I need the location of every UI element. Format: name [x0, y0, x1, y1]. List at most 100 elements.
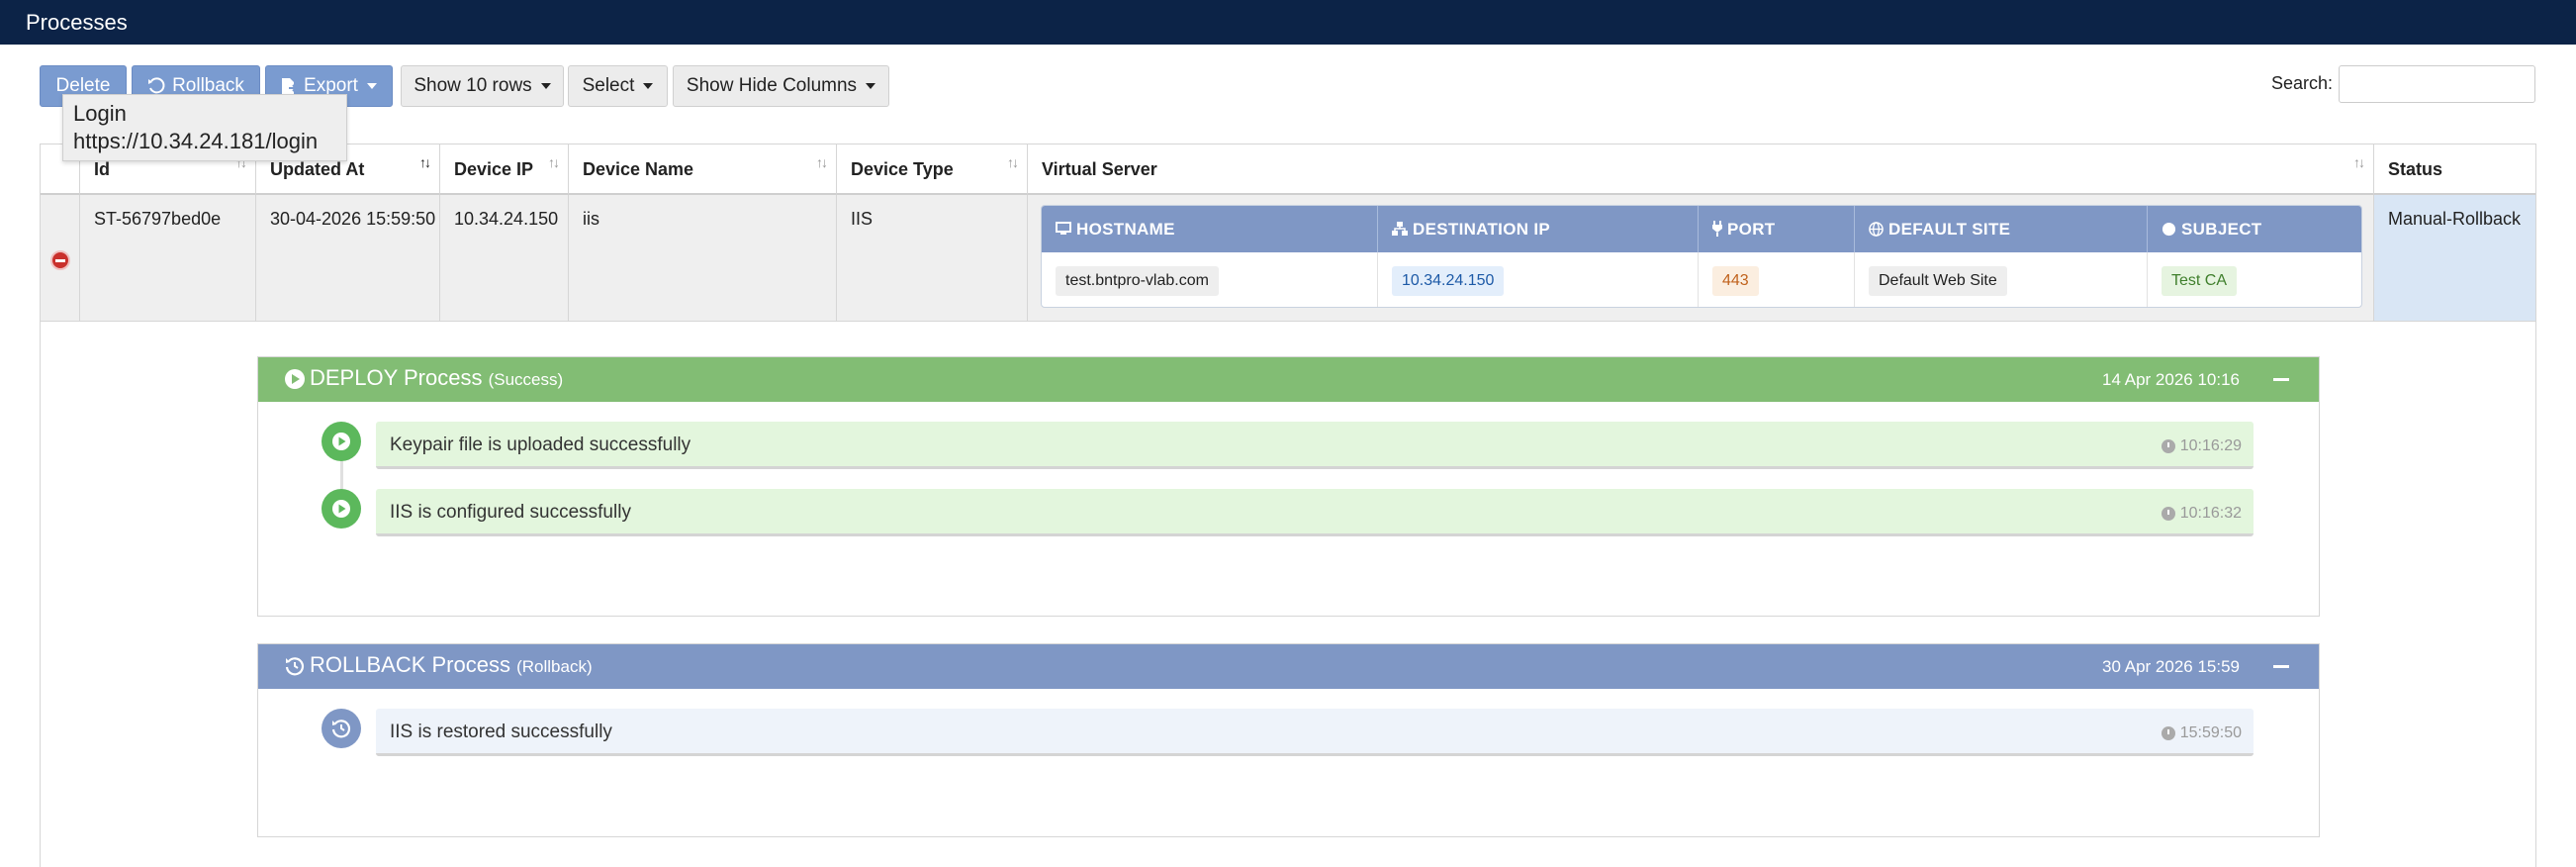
column-header-virtual-server[interactable]: Virtual Server ↑↓ — [1028, 144, 2374, 195]
column-header-label: Virtual Server — [1042, 159, 1157, 179]
history-icon — [285, 657, 305, 676]
step-time-text: 10:16:32 — [2179, 505, 2242, 522]
deploy-process-title: DEPLOY Process (Success) — [310, 365, 563, 391]
select-dropdown[interactable]: Select — [568, 65, 668, 107]
default-site-chip: Default Web Site — [1869, 266, 2007, 296]
show-hide-columns-label: Show Hide Columns — [686, 75, 858, 96]
step-play-icon — [322, 489, 361, 529]
vs-cell-port: 443 — [1699, 252, 1855, 307]
step-text: IIS is restored successfully — [390, 722, 612, 742]
play-circle-icon — [285, 369, 305, 389]
column-header-label: Device Name — [583, 159, 694, 179]
rollback-step-1: IIS is restored successfully 15:59:50 — [376, 709, 2254, 756]
search-input[interactable] — [2339, 65, 2535, 103]
chevron-down-icon — [540, 83, 551, 89]
plug-icon — [1712, 221, 1722, 237]
vs-header-hostname: HOSTNAME — [1042, 206, 1378, 252]
step-time: 15:59:50 — [2161, 724, 2242, 742]
step-time: 10:16:32 — [2161, 505, 2242, 523]
cell-id: ST-56797bed0e — [80, 195, 256, 321]
certificate-icon — [2162, 222, 2176, 237]
column-header-label: Id — [94, 159, 110, 179]
step-time-text: 15:59:50 — [2179, 724, 2242, 741]
clock-icon — [2161, 726, 2175, 740]
minus-icon[interactable] — [2273, 378, 2289, 381]
column-header-label: Status — [2388, 159, 2443, 179]
monitor-icon — [1056, 222, 1071, 235]
clock-icon — [2161, 439, 2175, 453]
column-header-device-ip[interactable]: Device IP ↑↓ — [440, 144, 569, 195]
step-history-icon — [322, 709, 361, 748]
hostname-chip: test.bntpro-vlab.com — [1056, 266, 1219, 296]
step-time-text: 10:16:29 — [2179, 437, 2242, 454]
row-expand-cell[interactable] — [41, 195, 80, 321]
vs-cell-default-site: Default Web Site — [1855, 252, 2148, 307]
sort-desc-icon[interactable]: ↑↓ — [419, 154, 431, 170]
column-header-label: Device IP — [454, 159, 534, 179]
detail-border-left — [40, 322, 41, 867]
network-icon — [1392, 222, 1408, 236]
tooltip-url: https://10.34.24.181/login — [73, 129, 319, 153]
sort-icon[interactable]: ↑↓ — [816, 154, 828, 170]
chevron-down-icon — [643, 83, 654, 89]
sort-icon[interactable]: ↑↓ — [548, 154, 560, 170]
column-header-device-type[interactable]: Device Type ↑↓ — [837, 144, 1028, 195]
vs-header-default-site: DEFAULT SITE — [1855, 206, 2148, 252]
column-header-label: Device Type — [851, 159, 954, 179]
vs-header-label: DEFAULT SITE — [1888, 220, 2011, 239]
search-label: Search: — [2271, 73, 2334, 93]
rollback-process-title: ROLLBACK Process (Rollback) — [310, 652, 593, 678]
chevron-down-icon — [366, 83, 377, 89]
process-state: (Success) — [488, 370, 564, 389]
destination-ip-chip: 10.34.24.150 — [1392, 266, 1505, 296]
tooltip-title: Login — [73, 101, 127, 126]
process-title-text: DEPLOY Process — [310, 365, 483, 390]
show-hide-columns-dropdown[interactable]: Show Hide Columns — [673, 65, 889, 107]
vs-header-subject: SUBJECT — [2148, 206, 2361, 252]
vs-cell-destination-ip: 10.34.24.150 — [1378, 252, 1699, 307]
top-bar: Processes — [0, 0, 2576, 45]
rollback-process-header[interactable]: ROLLBACK Process (Rollback) 30 Apr 2026 … — [258, 644, 2319, 689]
cell-status: Manual-Rollback — [2374, 195, 2535, 321]
vs-cell-subject: Test CA — [2148, 252, 2361, 307]
column-header-label: Updated At — [270, 159, 365, 179]
vs-cell-hostname: test.bntpro-vlab.com — [1042, 252, 1378, 307]
cell-device-type: IIS — [837, 195, 1028, 321]
chevron-down-icon — [866, 83, 876, 89]
cell-updated-at: 30-04-2026 15:59:50 — [256, 195, 440, 321]
page-title: Processes — [26, 10, 128, 35]
show-rows-dropdown[interactable]: Show 10 rows — [401, 65, 564, 107]
vs-header-destination-ip: DESTINATION IP — [1378, 206, 1699, 252]
deploy-step-2: IIS is configured successfully 10:16:32 — [376, 489, 2254, 536]
step-time: 10:16:29 — [2161, 437, 2242, 455]
port-chip: 443 — [1712, 266, 1759, 296]
file-export-icon — [282, 78, 298, 94]
column-header-device-name[interactable]: Device Name ↑↓ — [569, 144, 837, 195]
sort-icon[interactable]: ↑↓ — [2353, 154, 2365, 170]
vs-header-label: PORT — [1727, 220, 1776, 239]
subject-chip: Test CA — [2162, 266, 2238, 296]
process-title-text: ROLLBACK Process — [310, 652, 510, 677]
vs-header-label: DESTINATION IP — [1413, 220, 1550, 239]
collapse-row-icon[interactable] — [50, 250, 70, 270]
deploy-process-header[interactable]: DEPLOY Process (Success) 14 Apr 2026 10:… — [258, 357, 2319, 402]
globe-icon — [1869, 222, 1884, 237]
undo-icon — [148, 77, 165, 94]
show-rows-label: Show 10 rows — [414, 75, 532, 96]
select-label: Select — [582, 75, 635, 96]
deploy-process-panel: DEPLOY Process (Success) 14 Apr 2026 10:… — [257, 356, 2320, 617]
minus-icon[interactable] — [2273, 665, 2289, 668]
process-state: (Rollback) — [516, 657, 593, 676]
column-header-status[interactable]: Status — [2374, 144, 2535, 195]
step-play-icon — [322, 422, 361, 461]
step-text: IIS is configured successfully — [390, 502, 631, 523]
cell-device-ip: 10.34.24.150 — [440, 195, 569, 321]
deploy-step-1: Keypair file is uploaded successfully 10… — [376, 422, 2254, 469]
sort-icon[interactable]: ↑↓ — [1007, 154, 1019, 170]
step-text: Keypair file is uploaded successfully — [390, 434, 691, 455]
cell-device-name: iis — [569, 195, 837, 321]
clock-icon — [2161, 507, 2175, 521]
virtual-server-table: HOSTNAME DESTINATION IP PORT DEFAULT SIT… — [1041, 205, 2362, 308]
deploy-process-time: 14 Apr 2026 10:16 — [2102, 370, 2240, 389]
vs-header-label: HOSTNAME — [1076, 220, 1175, 239]
